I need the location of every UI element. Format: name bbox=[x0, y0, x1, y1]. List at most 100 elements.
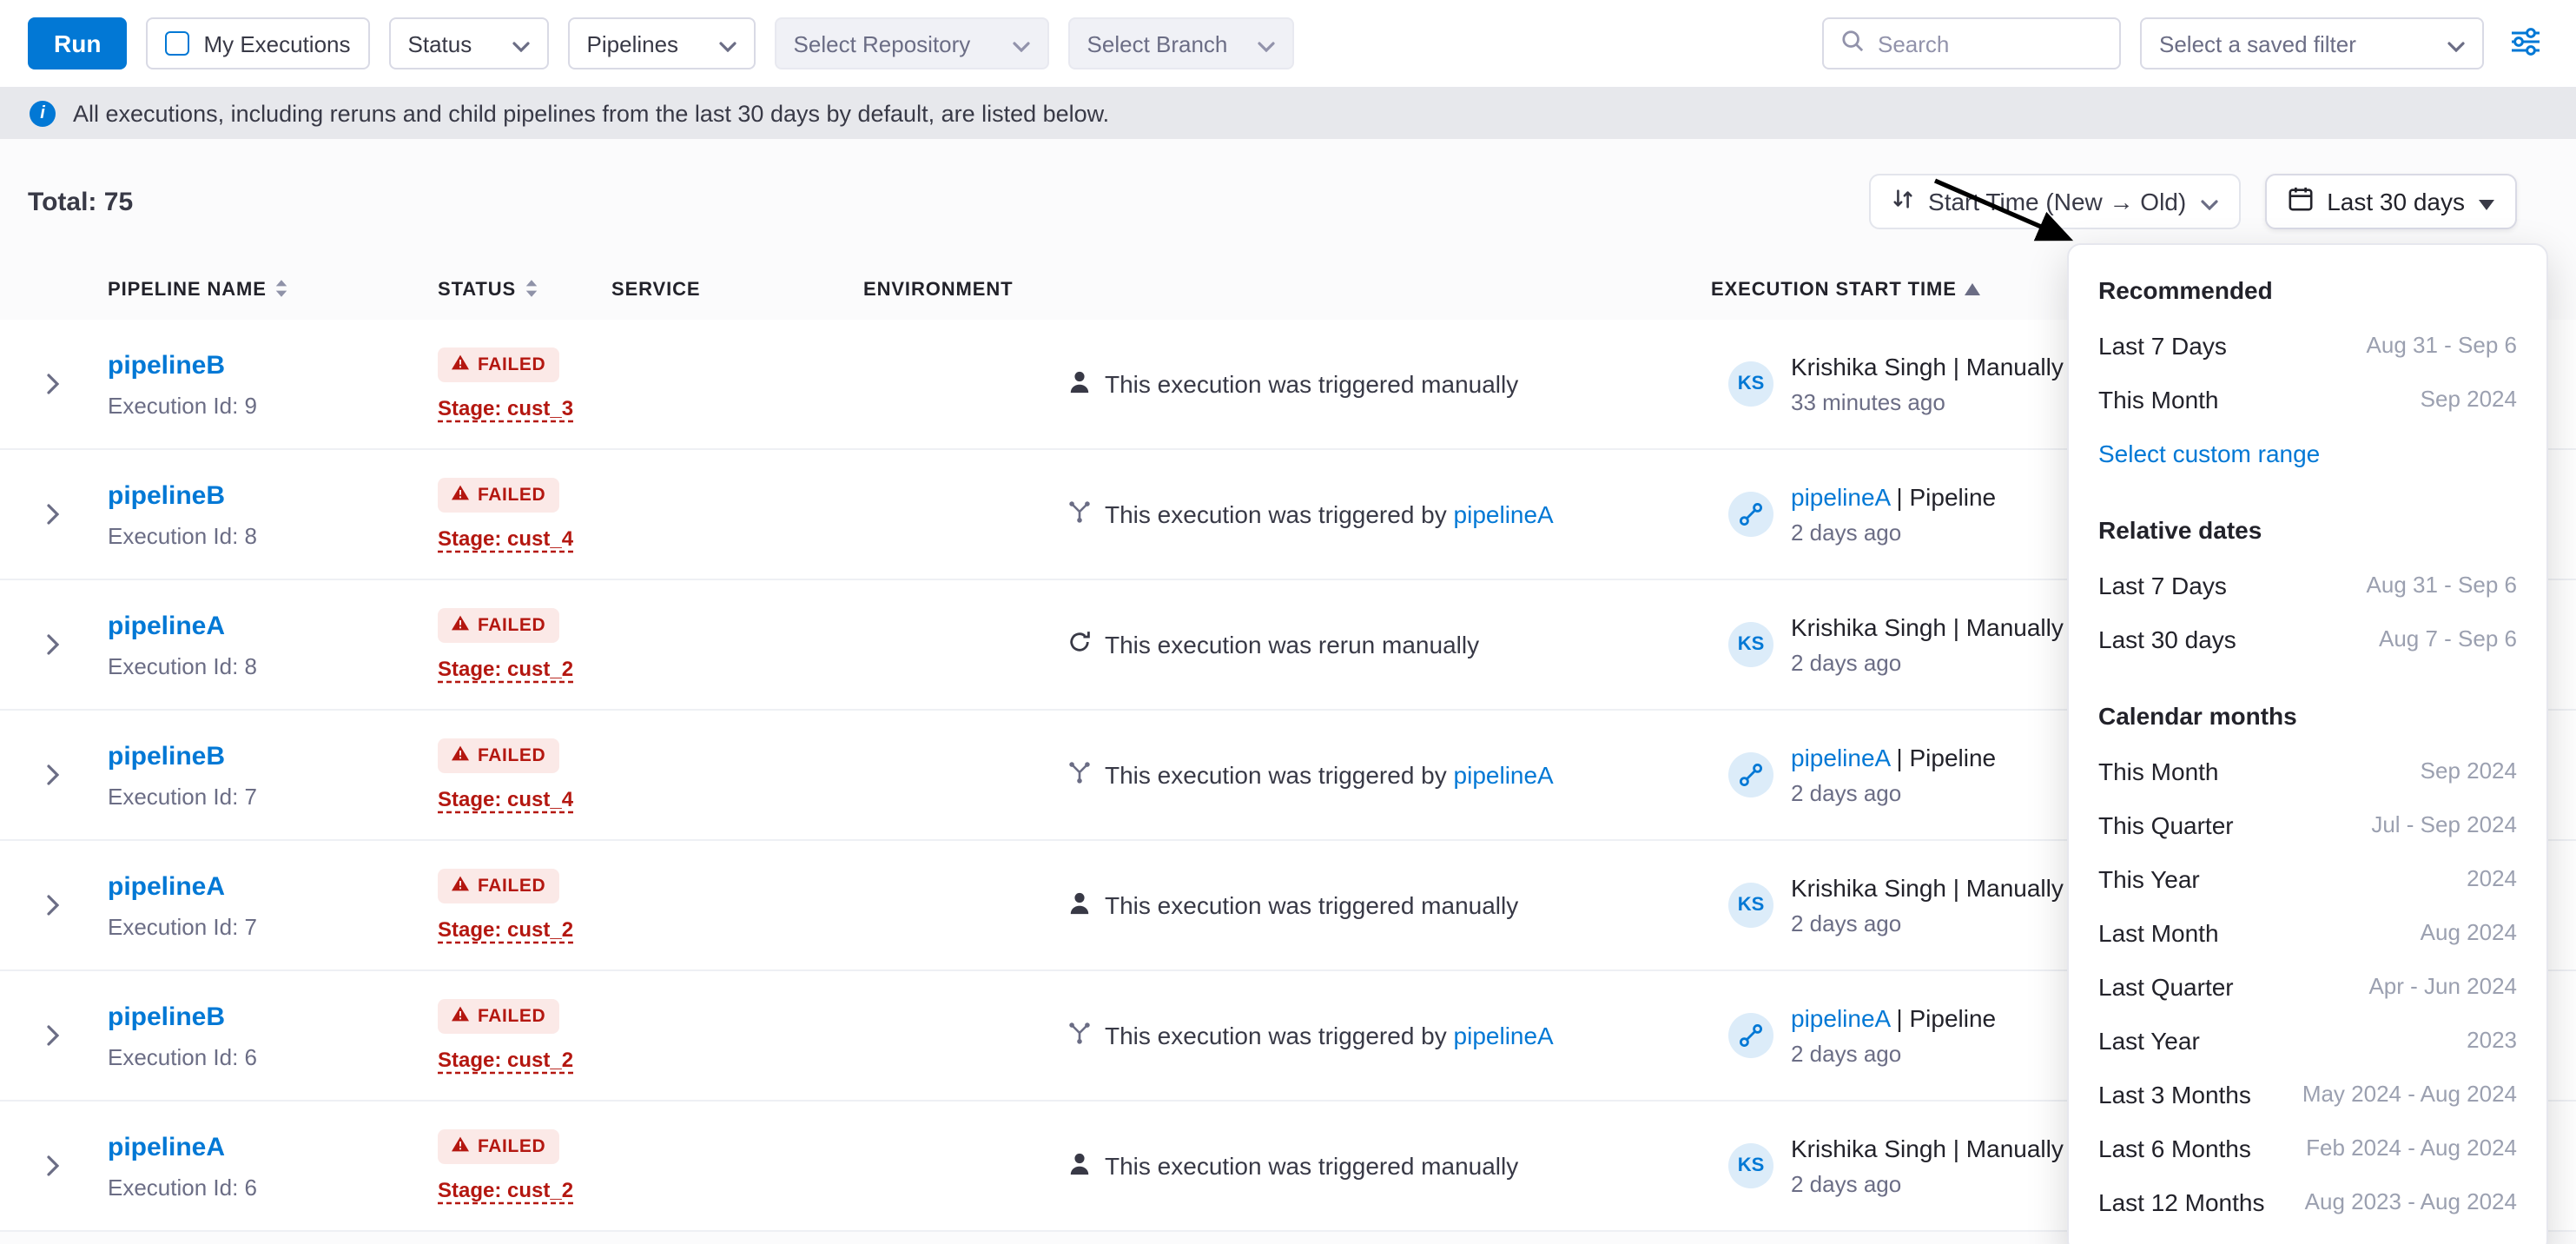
col-header-label: EXECUTION START TIME bbox=[1711, 280, 1957, 301]
triggered-by: pipelineA | Pipeline bbox=[1791, 483, 1996, 511]
pipeline-name-link[interactable]: pipelineB bbox=[108, 741, 225, 771]
pipeline-name-link[interactable]: pipelineA bbox=[108, 1132, 225, 1161]
stage-link[interactable]: Stage: cust_2 bbox=[438, 1178, 573, 1202]
execution-id: Execution Id: 8 bbox=[108, 522, 438, 548]
menu-item-last-12-months[interactable]: Last 12 MonthsAug 2023 - Aug 2024 bbox=[2098, 1175, 2517, 1228]
col-header-status[interactable]: STATUS bbox=[438, 277, 611, 303]
starter-pipeline-link[interactable]: pipelineA bbox=[1791, 483, 1890, 511]
menu-item-last-3-months[interactable]: Last 3 MonthsMay 2024 - Aug 2024 bbox=[2098, 1067, 2517, 1121]
sort-arrows-icon bbox=[1892, 188, 1914, 215]
expand-chevron-icon[interactable] bbox=[31, 1145, 73, 1187]
menu-item-label: Last 12 Months bbox=[2098, 1188, 2264, 1215]
trigger-pipeline-link[interactable]: pipelineA bbox=[1454, 761, 1554, 789]
menu-item-last-year[interactable]: Last Year2023 bbox=[2098, 1013, 2517, 1067]
trigger-pipeline-link[interactable]: pipelineA bbox=[1454, 1022, 1554, 1049]
search-box[interactable] bbox=[1822, 17, 2121, 69]
status-text: FAILED bbox=[478, 354, 545, 375]
menu-item-value: Sep 2024 bbox=[2421, 386, 2517, 412]
trigger-message: This execution was triggered by pipeline… bbox=[1105, 500, 1554, 528]
menu-item-last-quarter[interactable]: Last QuarterApr - Jun 2024 bbox=[2098, 959, 2517, 1013]
execution-id: Execution Id: 7 bbox=[108, 783, 438, 809]
stage-link[interactable]: Stage: cust_2 bbox=[438, 917, 573, 942]
date-range-label: Last 30 days bbox=[2327, 188, 2465, 215]
trigger-pipeline-link[interactable]: pipelineA bbox=[1454, 500, 1554, 528]
warning-triangle-icon bbox=[452, 1006, 469, 1027]
menu-item-last-month[interactable]: Last MonthAug 2024 bbox=[2098, 905, 2517, 959]
sort-asc-icon[interactable] bbox=[1965, 280, 1981, 301]
pipeline-name-link[interactable]: pipelineA bbox=[108, 611, 225, 640]
filter-settings-button[interactable] bbox=[2503, 20, 2548, 67]
stage-link[interactable]: Stage: cust_2 bbox=[438, 657, 573, 681]
status-text: FAILED bbox=[478, 1136, 545, 1157]
pipelines-filter-dropdown[interactable]: Pipelines bbox=[568, 17, 756, 69]
warning-triangle-icon bbox=[452, 1136, 469, 1157]
trigger-cell: This execution was triggered by pipeline… bbox=[863, 1022, 1711, 1049]
execution-time-ago: 2 days ago bbox=[1791, 650, 2064, 676]
pipeline-name-link[interactable]: pipelineB bbox=[108, 1002, 225, 1031]
stage-link[interactable]: Stage: cust_4 bbox=[438, 526, 573, 551]
repository-filter-dropdown[interactable]: Select Repository bbox=[775, 17, 1049, 69]
status-filter-dropdown[interactable]: Status bbox=[389, 17, 549, 69]
expand-chevron-icon[interactable] bbox=[31, 493, 73, 535]
user-avatar: KS bbox=[1728, 361, 1773, 407]
warning-triangle-icon bbox=[452, 615, 469, 636]
trigger-cell: This execution was triggered manually bbox=[863, 1151, 1711, 1181]
my-executions-checkbox[interactable] bbox=[165, 31, 189, 56]
menu-section-title: Relative dates bbox=[2098, 502, 2517, 558]
trigger-cell: This execution was triggered by pipeline… bbox=[863, 761, 1711, 789]
triggered-by: Krishika Singh | Manually bbox=[1791, 613, 2064, 641]
menu-item-this-quarter[interactable]: This QuarterJul - Sep 2024 bbox=[2098, 797, 2517, 851]
pipeline-name-link[interactable]: pipelineA bbox=[108, 871, 225, 901]
col-header-environment: ENVIRONMENT bbox=[863, 280, 1711, 301]
col-header-label: PIPELINE NAME bbox=[108, 280, 267, 301]
col-header-pipeline-name[interactable]: PIPELINE NAME bbox=[108, 277, 438, 303]
user-icon bbox=[1068, 890, 1091, 920]
expand-chevron-icon[interactable] bbox=[31, 884, 73, 926]
col-header-label: SERVICE bbox=[611, 280, 701, 301]
status-filter-label: Status bbox=[408, 30, 472, 56]
menu-item-this-month[interactable]: This MonthSep 2024 bbox=[2098, 744, 2517, 797]
saved-filter-dropdown[interactable]: Select a saved filter bbox=[2140, 17, 2484, 69]
trigger-message: This execution was triggered manually bbox=[1105, 370, 1518, 398]
trigger-message: This execution was triggered manually bbox=[1105, 1152, 1518, 1180]
run-button[interactable]: Run bbox=[28, 17, 127, 69]
screenshot-viewport: Run My Executions Status Pipelines Selec… bbox=[0, 0, 2576, 1244]
menu-item-last-7-days[interactable]: Last 7 DaysAug 31 - Sep 6 bbox=[2098, 318, 2517, 372]
expand-chevron-icon[interactable] bbox=[31, 363, 73, 405]
trigger-message: This execution was rerun manually bbox=[1105, 631, 1479, 658]
menu-item-value: Aug 31 - Sep 6 bbox=[2367, 332, 2517, 358]
starter-pipeline-link[interactable]: pipelineA bbox=[1791, 744, 1890, 771]
menu-item-select-custom-range[interactable]: Select custom range bbox=[2098, 426, 2517, 480]
search-icon bbox=[1841, 30, 1864, 57]
search-input[interactable] bbox=[1878, 30, 2102, 56]
sliders-icon bbox=[2510, 27, 2541, 60]
starter-pipeline-link[interactable]: pipelineA bbox=[1791, 1004, 1890, 1032]
menu-item-last-6-months[interactable]: Last 6 MonthsFeb 2024 - Aug 2024 bbox=[2098, 1121, 2517, 1175]
stage-link[interactable]: Stage: cust_4 bbox=[438, 787, 573, 811]
pipeline-name-link[interactable]: pipelineB bbox=[108, 350, 225, 380]
my-executions-toggle[interactable]: My Executions bbox=[146, 17, 369, 69]
date-range-button[interactable]: Last 30 days bbox=[2264, 174, 2517, 229]
menu-item-value: 2023 bbox=[2467, 1027, 2517, 1053]
menu-section-title: Calendar months bbox=[2098, 688, 2517, 744]
chevron-down-icon bbox=[1258, 30, 1275, 56]
menu-item-label: Last 3 Months bbox=[2098, 1080, 2251, 1108]
triggered-by: pipelineA | Pipeline bbox=[1791, 1004, 1996, 1032]
expand-chevron-icon[interactable] bbox=[31, 624, 73, 665]
sort-both-icon[interactable] bbox=[275, 277, 289, 303]
sort-both-icon[interactable] bbox=[525, 277, 538, 303]
pipeline-name-link[interactable]: pipelineB bbox=[108, 480, 225, 510]
menu-item-this-year[interactable]: This Year2024 bbox=[2098, 851, 2517, 905]
sort-dropdown[interactable]: Start Time (New → Old) bbox=[1869, 174, 2240, 229]
menu-item-last-7-days[interactable]: Last 7 DaysAug 31 - Sep 6 bbox=[2098, 558, 2517, 612]
expand-chevron-icon[interactable] bbox=[31, 1015, 73, 1056]
menu-item-last-30-days[interactable]: Last 30 daysAug 7 - Sep 6 bbox=[2098, 612, 2517, 665]
stage-link[interactable]: Stage: cust_3 bbox=[438, 396, 573, 420]
menu-item-this-month[interactable]: This MonthSep 2024 bbox=[2098, 372, 2517, 426]
branch-filter-dropdown[interactable]: Select Branch bbox=[1068, 17, 1294, 69]
warning-triangle-icon bbox=[452, 745, 469, 766]
expand-chevron-icon[interactable] bbox=[31, 754, 73, 796]
execution-time-ago: 33 minutes ago bbox=[1791, 389, 2064, 415]
chevron-down-icon bbox=[2447, 30, 2465, 56]
stage-link[interactable]: Stage: cust_2 bbox=[438, 1048, 573, 1072]
